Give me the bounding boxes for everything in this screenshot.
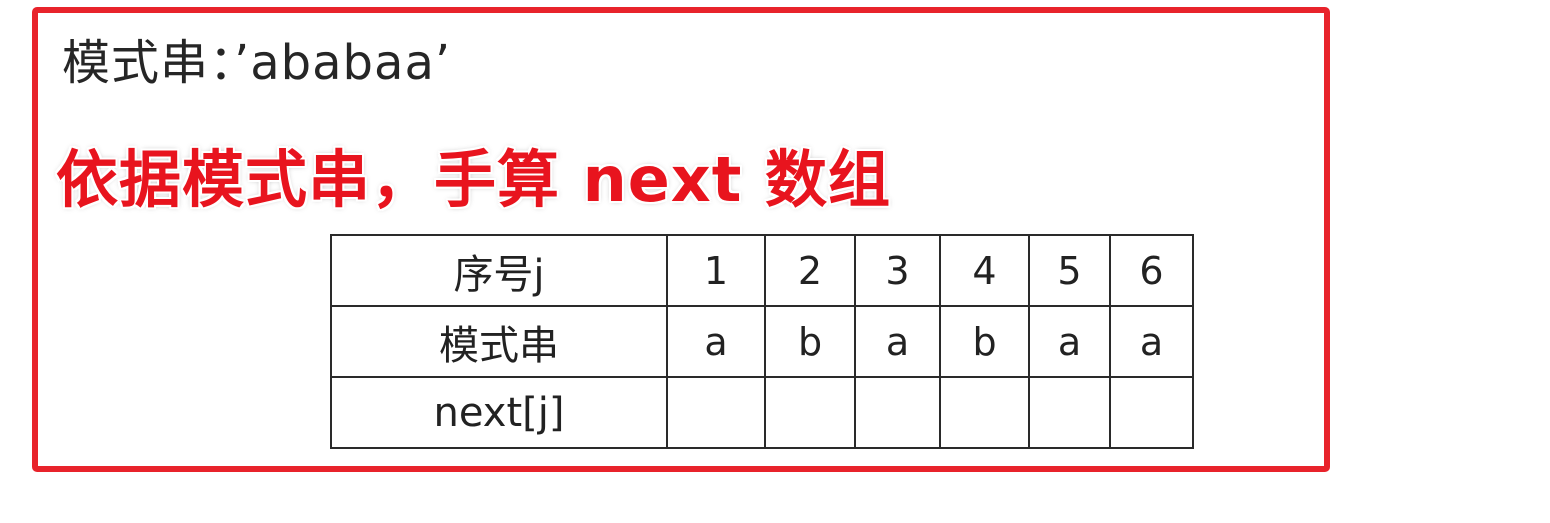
highlight-frame: 模式串：’ababaa’ 依据模式串，手算 next 数组 序号j 1 2 3 …	[32, 7, 1330, 472]
table-cell: 3	[854, 234, 941, 307]
table-cell	[666, 376, 766, 449]
table-cell	[764, 376, 856, 449]
table-cell	[939, 376, 1030, 449]
table-cell: a	[1109, 305, 1194, 378]
instruction-title: 依据模式串，手算 next 数组	[56, 143, 891, 216]
pattern-string-label: 模式串：’ababaa’	[62, 35, 452, 91]
table-cell	[854, 376, 941, 449]
table-row: next[j]	[330, 376, 1194, 449]
row-header-next: next[j]	[330, 376, 668, 449]
table-cell: 5	[1028, 234, 1111, 307]
table-cell: a	[666, 305, 766, 378]
table-cell	[1109, 376, 1194, 449]
row-header-index: 序号j	[330, 234, 668, 307]
table-cell: a	[854, 305, 941, 378]
table-cell: 4	[939, 234, 1030, 307]
table-cell: b	[764, 305, 856, 378]
table-row: 序号j 1 2 3 4 5 6	[330, 234, 1194, 307]
table-row: 模式串 a b a b a a	[330, 305, 1194, 378]
table-cell: 1	[666, 234, 766, 307]
next-array-table: 序号j 1 2 3 4 5 6 模式串 a b a b a a next[j]	[330, 234, 1194, 449]
table-cell: 2	[764, 234, 856, 307]
table-cell	[1028, 376, 1111, 449]
row-header-pattern: 模式串	[330, 305, 668, 378]
table-cell: b	[939, 305, 1030, 378]
table-cell: a	[1028, 305, 1111, 378]
table-cell: 6	[1109, 234, 1194, 307]
